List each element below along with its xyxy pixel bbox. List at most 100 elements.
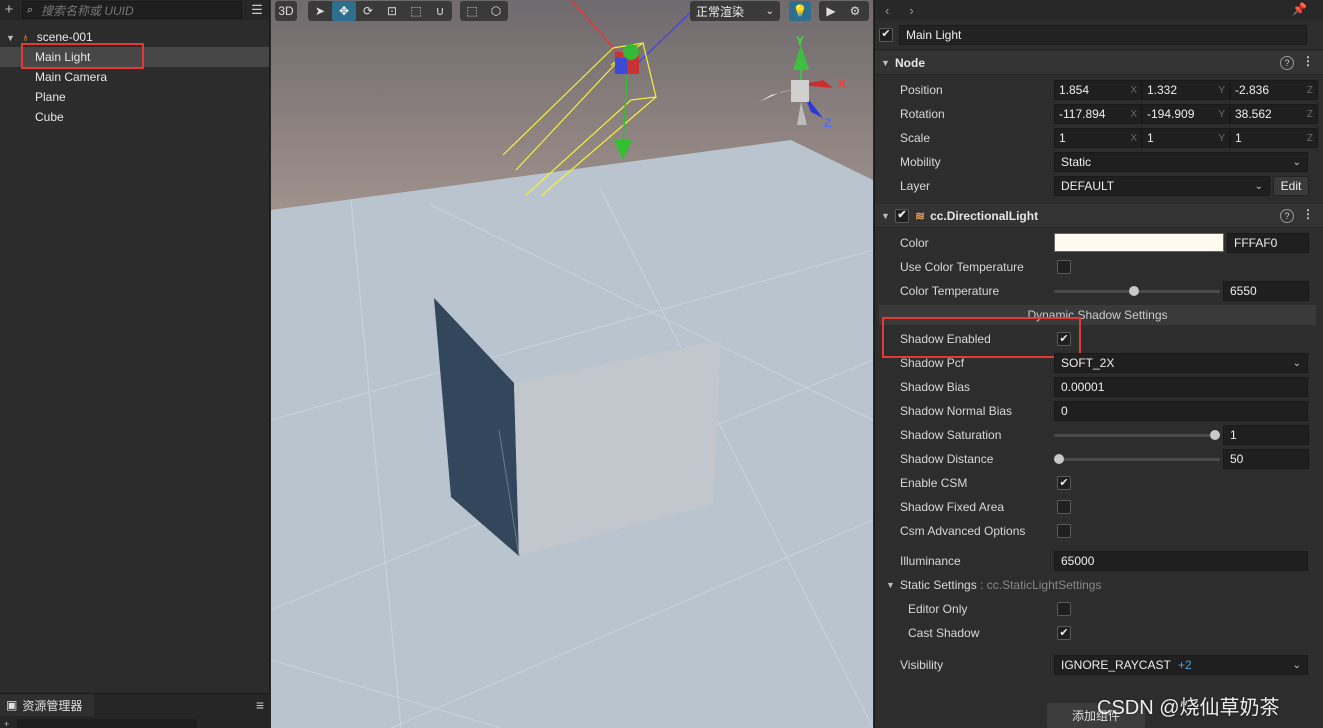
- scale-y-input[interactable]: 1Y: [1142, 128, 1230, 148]
- rotation-z-input[interactable]: 38.562 Z: [1230, 104, 1318, 124]
- add-node-icon[interactable]: +: [0, 1, 18, 19]
- tree-row-main-light[interactable]: Main Light: [0, 47, 269, 67]
- scale-x-input[interactable]: 1X: [1054, 128, 1142, 148]
- color-temp-input[interactable]: 6550: [1223, 281, 1309, 301]
- tree-row-cube[interactable]: Cube: [0, 107, 269, 127]
- chevron-down-icon: ▼: [881, 57, 890, 68]
- more-options-icon[interactable]: ⋮: [1302, 54, 1314, 68]
- enable-csm-checkbox[interactable]: ✔: [1057, 476, 1071, 490]
- position-z-input[interactable]: -2.836 Z: [1230, 80, 1318, 100]
- position-y-value: 1.332: [1147, 83, 1178, 97]
- tree-row-scene[interactable]: ▼ ♁ scene-001: [0, 27, 269, 47]
- gizmo-axis-x[interactable]: X: [838, 77, 846, 91]
- visibility-label: Visibility: [900, 658, 944, 672]
- help-icon[interactable]: ?: [1280, 56, 1294, 70]
- editor-only-checkbox[interactable]: [1057, 602, 1071, 616]
- watermark-text: CSDN @烧仙草奶茶: [1097, 697, 1280, 719]
- shadow-pcf-select[interactable]: SOFT_2X ⌄: [1054, 353, 1308, 373]
- rotation-y-input[interactable]: -194.909 Y: [1142, 104, 1230, 124]
- hierarchy-panel: + ⌕ 搜索名称或 UUID ☰ ▼ ♁ scene-001 Main Ligh…: [0, 0, 270, 692]
- shadow-saturation-slider-track[interactable]: [1054, 434, 1220, 437]
- pin-icon[interactable]: 📌: [1292, 2, 1307, 16]
- rotate-tool-icon[interactable]: ⟳: [356, 1, 380, 21]
- sort-list-icon[interactable]: ☰: [246, 2, 268, 18]
- mobility-value: Static: [1061, 155, 1092, 169]
- menu-icon[interactable]: ≡: [256, 697, 264, 713]
- pivot-icon[interactable]: ⬚: [460, 1, 484, 21]
- gizmo-axis-y[interactable]: Y: [796, 34, 804, 48]
- shadow-enabled-row: Shadow Enabled ✔: [875, 327, 1323, 351]
- edit-label: Edit: [1280, 179, 1302, 193]
- scale-z-input[interactable]: 1Z: [1230, 128, 1318, 148]
- shadow-distance-slider-knob[interactable]: [1054, 454, 1064, 464]
- shadow-saturation-slider-knob[interactable]: [1210, 430, 1220, 440]
- select-tool-icon[interactable]: ➤: [308, 1, 332, 21]
- magnet-snap-icon[interactable]: ∪: [428, 1, 452, 21]
- scene-lighting-button[interactable]: 💡: [789, 1, 811, 21]
- axis-z-label: Z: [1306, 108, 1313, 120]
- tree-row-main-camera[interactable]: Main Camera: [0, 67, 269, 87]
- tree-row-plane[interactable]: Plane: [0, 87, 269, 107]
- color-row: Color FFFAF0: [875, 231, 1323, 255]
- shadow-normal-bias-input[interactable]: 0: [1054, 401, 1308, 421]
- more-options-icon[interactable]: ⋮: [1302, 207, 1314, 221]
- render-mode-select[interactable]: 正常渲染 ⌄: [690, 1, 780, 21]
- shadow-distance-input[interactable]: 50: [1223, 449, 1309, 469]
- visibility-extra-count: +2: [1177, 658, 1192, 672]
- shadow-distance-value: 50: [1230, 452, 1244, 466]
- add-asset-icon[interactable]: +: [4, 719, 9, 728]
- scale-tool-icon[interactable]: ⊡: [380, 1, 404, 21]
- rotation-x-input[interactable]: -117.894 X: [1054, 104, 1142, 124]
- cast-shadow-row: Cast Shadow ✔: [875, 621, 1323, 645]
- cast-shadow-checkbox[interactable]: ✔: [1057, 626, 1071, 640]
- hierarchy-search-input[interactable]: ⌕ 搜索名称或 UUID: [22, 1, 242, 19]
- camera-icon[interactable]: ▶: [819, 1, 843, 21]
- assets-search-input[interactable]: [17, 718, 198, 728]
- shadow-bias-input[interactable]: 0.00001: [1054, 377, 1308, 397]
- node-active-checkbox[interactable]: ✔: [879, 27, 893, 42]
- shadow-enabled-label: Shadow Enabled: [900, 332, 991, 346]
- move-tool-icon[interactable]: ✥: [332, 1, 356, 21]
- dynamic-shadow-subheader: Dynamic Shadow Settings: [879, 305, 1316, 325]
- illuminance-input[interactable]: 65000: [1054, 551, 1308, 571]
- transform-tools: ➤ ✥ ⟳ ⊡ ⬚ ∪: [308, 1, 452, 21]
- local-global-icon[interactable]: ⬡: [484, 1, 508, 21]
- use-color-temp-checkbox[interactable]: [1057, 260, 1071, 274]
- visibility-select[interactable]: IGNORE_RAYCAST +2 ⌄: [1054, 655, 1308, 675]
- pivot-tools: ⬚ ⬡: [460, 1, 508, 21]
- shadow-distance-slider-track[interactable]: [1054, 458, 1220, 461]
- color-swatch[interactable]: [1054, 233, 1224, 252]
- 3d-toggle-button[interactable]: 3D: [275, 1, 297, 21]
- back-arrow-icon[interactable]: ‹: [885, 3, 889, 18]
- shadow-enabled-checkbox[interactable]: ✔: [1057, 332, 1071, 346]
- component-enabled-checkbox[interactable]: ✔: [895, 208, 909, 223]
- scene-viewport[interactable]: Y X Z 3D ➤ ✥ ⟳ ⊡ ⬚ ∪ ⬚ ⬡ 正常渲染 ⌄ 💡 ▶ ⚙: [271, 0, 873, 728]
- node-name-field[interactable]: Main Light: [899, 24, 1307, 45]
- rect-tool-icon[interactable]: ⬚: [404, 1, 428, 21]
- mobility-select[interactable]: Static ⌄: [1054, 152, 1308, 172]
- static-settings-row[interactable]: ▼ Static Settings : cc.StaticLightSettin…: [875, 573, 1323, 597]
- layer-edit-button[interactable]: Edit: [1273, 176, 1309, 196]
- position-x-input[interactable]: 1.854 X: [1054, 80, 1142, 100]
- assets-tab[interactable]: ▣ 资源管理器: [0, 694, 94, 716]
- gizmo-axis-z[interactable]: Z: [824, 116, 831, 130]
- chevron-down-icon: ⌄: [1292, 659, 1301, 671]
- shadow-fixed-area-checkbox[interactable]: [1057, 500, 1071, 514]
- color-hex-input[interactable]: FFFAF0: [1227, 233, 1309, 253]
- node-tree: ▼ ♁ scene-001 Main Light Main Camera Pla…: [0, 20, 269, 127]
- node-section-header[interactable]: ▼ Node ? ⋮: [875, 51, 1323, 75]
- forward-arrow-icon[interactable]: ›: [909, 3, 913, 18]
- shadow-pcf-label: Shadow Pcf: [900, 356, 965, 370]
- rotation-row: Rotation -117.894 X -194.909 Y 38.562 Z: [875, 102, 1323, 126]
- chevron-down-icon[interactable]: ▼: [6, 28, 18, 48]
- gear-icon[interactable]: ⚙: [843, 1, 867, 21]
- help-icon[interactable]: ?: [1280, 209, 1294, 223]
- editor-only-row: Editor Only: [875, 597, 1323, 621]
- shadow-saturation-input[interactable]: 1: [1223, 425, 1309, 445]
- color-temp-row: Color Temperature 6550: [875, 279, 1323, 303]
- position-y-input[interactable]: 1.332 Y: [1142, 80, 1230, 100]
- color-temp-slider-knob[interactable]: [1128, 286, 1139, 296]
- layer-select[interactable]: DEFAULT ⌄: [1054, 176, 1270, 196]
- directional-light-header[interactable]: ▼ ✔ ≋ cc.DirectionalLight ? ⋮: [875, 204, 1323, 228]
- csm-advanced-checkbox[interactable]: [1057, 524, 1071, 538]
